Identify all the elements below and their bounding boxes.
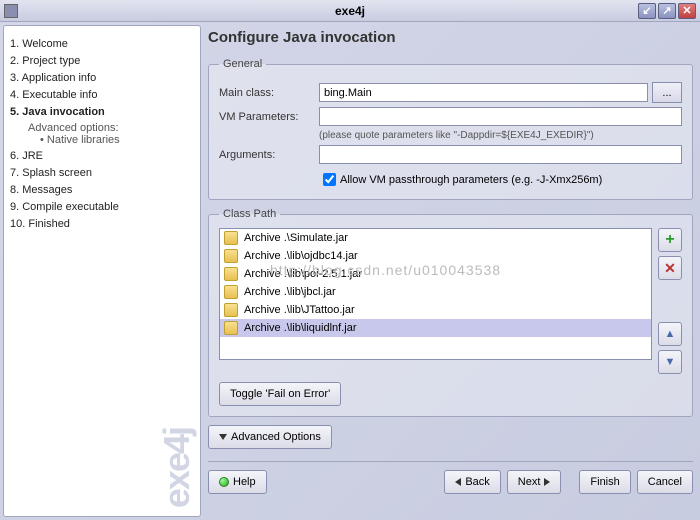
classpath-legend: Class Path [219, 208, 280, 220]
classpath-item-label: Archive .\lib\jbcl.jar [244, 286, 336, 298]
finish-button[interactable]: Finish [579, 470, 630, 494]
next-button[interactable]: Next [507, 470, 562, 494]
app-icon [4, 4, 18, 18]
back-button-label: Back [465, 476, 489, 488]
classpath-item[interactable]: Archive .\Simulate.jar [220, 229, 651, 247]
classpath-item[interactable]: Archive .\lib\poi-2.5.1.jar [220, 265, 651, 283]
classpath-item-label: Archive .\lib\liquidlnf.jar [244, 322, 357, 334]
titlebar: exe4j ↙ ↗ ✕ [0, 0, 700, 22]
sidebar: 1. Welcome 2. Project type 3. Applicatio… [3, 25, 201, 517]
advanced-options-button[interactable]: Advanced Options [208, 425, 332, 449]
classpath-item[interactable]: Archive .\lib\jbcl.jar [220, 283, 651, 301]
arrow-left-icon [455, 478, 461, 486]
arguments-input[interactable] [319, 145, 682, 164]
page-title: Configure Java invocation [208, 29, 697, 46]
native-libraries-item[interactable]: Native libraries [40, 134, 194, 146]
classpath-item-label: Archive .\lib\poi-2.5.1.jar [244, 268, 362, 280]
step-messages[interactable]: 8. Messages [10, 183, 194, 197]
maximize-button[interactable]: ↗ [658, 3, 676, 19]
main-class-input[interactable] [319, 83, 648, 102]
vm-params-hint: (please quote parameters like "-Dappdir=… [319, 130, 682, 141]
help-icon [219, 477, 229, 487]
brand-logo: exe4j [156, 428, 198, 508]
window-buttons: ↙ ↗ ✕ [638, 3, 696, 19]
allow-passthrough-label: Allow VM passthrough parameters (e.g. -J… [340, 174, 602, 186]
step-welcome[interactable]: 1. Welcome [10, 37, 194, 51]
classpath-list[interactable]: Archive .\Simulate.jar Archive .\lib\ojdb… [219, 228, 652, 360]
archive-icon [224, 285, 238, 299]
footer-separator [208, 461, 693, 462]
general-legend: General [219, 58, 266, 70]
step-project-type[interactable]: 2. Project type [10, 54, 194, 68]
step-executable-info[interactable]: 4. Executable info [10, 88, 194, 102]
step-compile-executable[interactable]: 9. Compile executable [10, 200, 194, 214]
close-button[interactable]: ✕ [678, 3, 696, 19]
help-button-label: Help [233, 476, 256, 488]
step-finished[interactable]: 10. Finished [10, 217, 194, 231]
move-up-button[interactable]: ▲ [658, 322, 682, 346]
classpath-item[interactable]: Archive .\lib\ojdbc14.jar [220, 247, 651, 265]
general-group: General Main class: ... VM Parameters: (… [208, 58, 693, 200]
help-button[interactable]: Help [208, 470, 267, 494]
remove-classpath-button[interactable]: ✕ [658, 256, 682, 280]
browse-main-class-button[interactable]: ... [652, 82, 682, 103]
move-down-button[interactable]: ▼ [658, 350, 682, 374]
classpath-group: Class Path Archive .\Simulate.jarArchive… [208, 208, 693, 417]
archive-icon [224, 231, 238, 245]
classpath-item-label: Archive .\lib\ojdbc14.jar [244, 250, 358, 262]
archive-icon [224, 321, 238, 335]
step-java-invocation[interactable]: 5. Java invocation [10, 105, 194, 119]
add-classpath-button[interactable]: + [658, 228, 682, 252]
arguments-label: Arguments: [219, 149, 319, 161]
toggle-fail-on-error-button[interactable]: Toggle 'Fail on Error' [219, 382, 341, 406]
cancel-button[interactable]: Cancel [637, 470, 693, 494]
vm-params-label: VM Parameters: [219, 111, 319, 123]
archive-icon [224, 267, 238, 281]
step-application-info[interactable]: 3. Application info [10, 71, 194, 85]
allow-passthrough-checkbox[interactable] [323, 173, 336, 186]
step-jre[interactable]: 6. JRE [10, 149, 194, 163]
main-class-label: Main class: [219, 87, 319, 99]
classpath-item[interactable]: Archive .\lib\liquidlnf.jar [220, 319, 651, 337]
window-title: exe4j [335, 4, 365, 18]
chevron-down-icon [219, 434, 227, 440]
next-button-label: Next [518, 476, 541, 488]
classpath-item[interactable]: Archive .\lib\JTattoo.jar [220, 301, 651, 319]
arrow-right-icon [544, 478, 550, 486]
step-splash-screen[interactable]: 7. Splash screen [10, 166, 194, 180]
archive-icon [224, 249, 238, 263]
archive-icon [224, 303, 238, 317]
vm-params-input[interactable] [319, 107, 682, 126]
advanced-options-button-label: Advanced Options [231, 431, 321, 443]
main-panel: Configure Java invocation General Main c… [204, 25, 697, 517]
minimize-button[interactable]: ↙ [638, 3, 656, 19]
classpath-item-label: Archive .\Simulate.jar [244, 232, 348, 244]
advanced-options-label: Advanced options: [28, 122, 194, 134]
classpath-item-label: Archive .\lib\JTattoo.jar [244, 304, 355, 316]
back-button[interactable]: Back [444, 470, 500, 494]
